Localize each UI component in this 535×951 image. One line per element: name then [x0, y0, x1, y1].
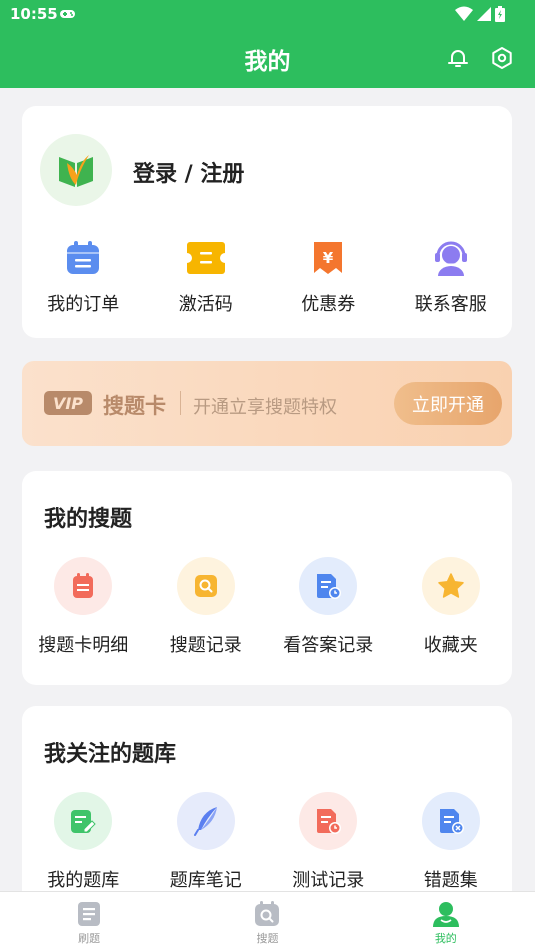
answer-record-label: 看答案记录	[283, 635, 374, 656]
wifi-icon	[455, 6, 473, 21]
favorites-label: 收藏夹	[423, 635, 478, 656]
tab-search[interactable]: 搜题	[178, 892, 356, 951]
ticket-icon	[186, 238, 226, 278]
app-header: 10:55 我的	[0, 0, 535, 88]
activation-code-label: 激活码	[178, 294, 233, 315]
wrong-set-label: 错题集	[423, 870, 478, 891]
search-card-detail-label: 搜题卡明细	[38, 635, 129, 656]
app-logo-icon	[59, 155, 93, 187]
bottom-tab-bar: 刷题 搜题 我的	[0, 891, 535, 951]
battery-icon	[495, 6, 505, 22]
search-card-detail-button[interactable]: 搜题卡明细	[22, 557, 145, 657]
tab-profile[interactable]: 我的	[357, 892, 535, 951]
tab-search-label: 搜题	[256, 932, 279, 945]
coupon-button[interactable]: ¥ 优惠券	[267, 238, 390, 316]
answer-record-button[interactable]: 看答案记录	[267, 557, 390, 657]
customer-service-label: 联系客服	[414, 294, 487, 315]
vip-divider	[180, 391, 181, 415]
customer-service-icon	[431, 238, 471, 278]
test-record-label: 测试记录	[292, 870, 365, 891]
my-banks-title: 我关注的题库	[44, 742, 177, 767]
my-orders-label: 我的订单	[47, 294, 120, 315]
my-orders-button[interactable]: 我的订单	[22, 238, 145, 316]
customer-service-button[interactable]: 联系客服	[390, 238, 513, 316]
signal-icon	[477, 7, 491, 21]
answer-record-icon	[299, 557, 358, 615]
edit-bank-icon	[54, 792, 113, 850]
open-vip-button[interactable]: 立即开通	[394, 382, 502, 425]
game-controller-icon	[60, 10, 75, 18]
bank-notes-label: 题库笔记	[169, 870, 242, 891]
vip-description: 开通立享搜题特权	[193, 397, 337, 418]
vip-badge-icon: VIP	[44, 391, 92, 415]
vip-card-name: 搜题卡	[103, 394, 166, 418]
search-tab-icon	[255, 901, 280, 926]
my-bank-button[interactable]: 我的题库	[22, 792, 145, 892]
profile-icon	[432, 902, 459, 927]
search-record-button[interactable]: 搜题记录	[145, 557, 268, 657]
practice-icon	[78, 902, 101, 926]
my-search-card: 我的搜题 搜题卡明细 搜题记录 看答案记录 收藏夹	[22, 471, 512, 685]
favorites-button[interactable]: 收藏夹	[390, 557, 513, 657]
coupon-icon: ¥	[308, 238, 348, 278]
profile-card: 登录 / 注册 我的订单 激活码 ¥ 优惠券 联系客服	[22, 106, 512, 338]
svg-text:¥: ¥	[323, 249, 334, 267]
search-record-icon	[176, 557, 235, 615]
vip-banner[interactable]: VIP 搜题卡 开通立享搜题特权 立即开通	[22, 361, 512, 446]
my-search-grid: 搜题卡明细 搜题记录 看答案记录 收藏夹	[22, 557, 512, 657]
login-register-link[interactable]: 登录 / 注册	[133, 156, 244, 188]
status-time: 10:55	[10, 5, 58, 23]
tab-profile-label: 我的	[434, 932, 457, 945]
status-icons	[455, 6, 505, 22]
quick-actions: 我的订单 激活码 ¥ 优惠券 联系客服	[22, 238, 512, 316]
tab-practice[interactable]: 刷题	[0, 892, 178, 951]
bell-icon[interactable]	[446, 46, 470, 70]
my-banks-card: 我关注的题库 我的题库 题库笔记 测试记录 错题集	[22, 706, 512, 906]
avatar[interactable]	[40, 134, 112, 206]
bank-notes-button[interactable]: 题库笔记	[145, 792, 268, 892]
my-search-title: 我的搜题	[44, 507, 133, 532]
gear-icon[interactable]	[490, 46, 514, 70]
my-banks-grid: 我的题库 题库笔记 测试记录 错题集	[22, 792, 512, 892]
feather-icon	[176, 792, 235, 850]
test-record-icon	[299, 792, 358, 850]
coupon-label: 优惠券	[301, 294, 356, 315]
star-icon	[421, 557, 480, 615]
wrong-set-button[interactable]: 错题集	[390, 792, 513, 892]
test-record-button[interactable]: 测试记录	[267, 792, 390, 892]
wrong-set-icon	[421, 792, 480, 850]
card-detail-icon	[54, 557, 113, 615]
svg-text:VIP: VIP	[53, 394, 83, 413]
calendar-order-icon	[63, 238, 103, 278]
search-record-label: 搜题记录	[169, 635, 242, 656]
my-bank-label: 我的题库	[47, 870, 120, 891]
activation-code-button[interactable]: 激活码	[145, 238, 268, 316]
status-bar: 10:55	[0, 0, 535, 30]
tab-practice-label: 刷题	[78, 932, 101, 945]
